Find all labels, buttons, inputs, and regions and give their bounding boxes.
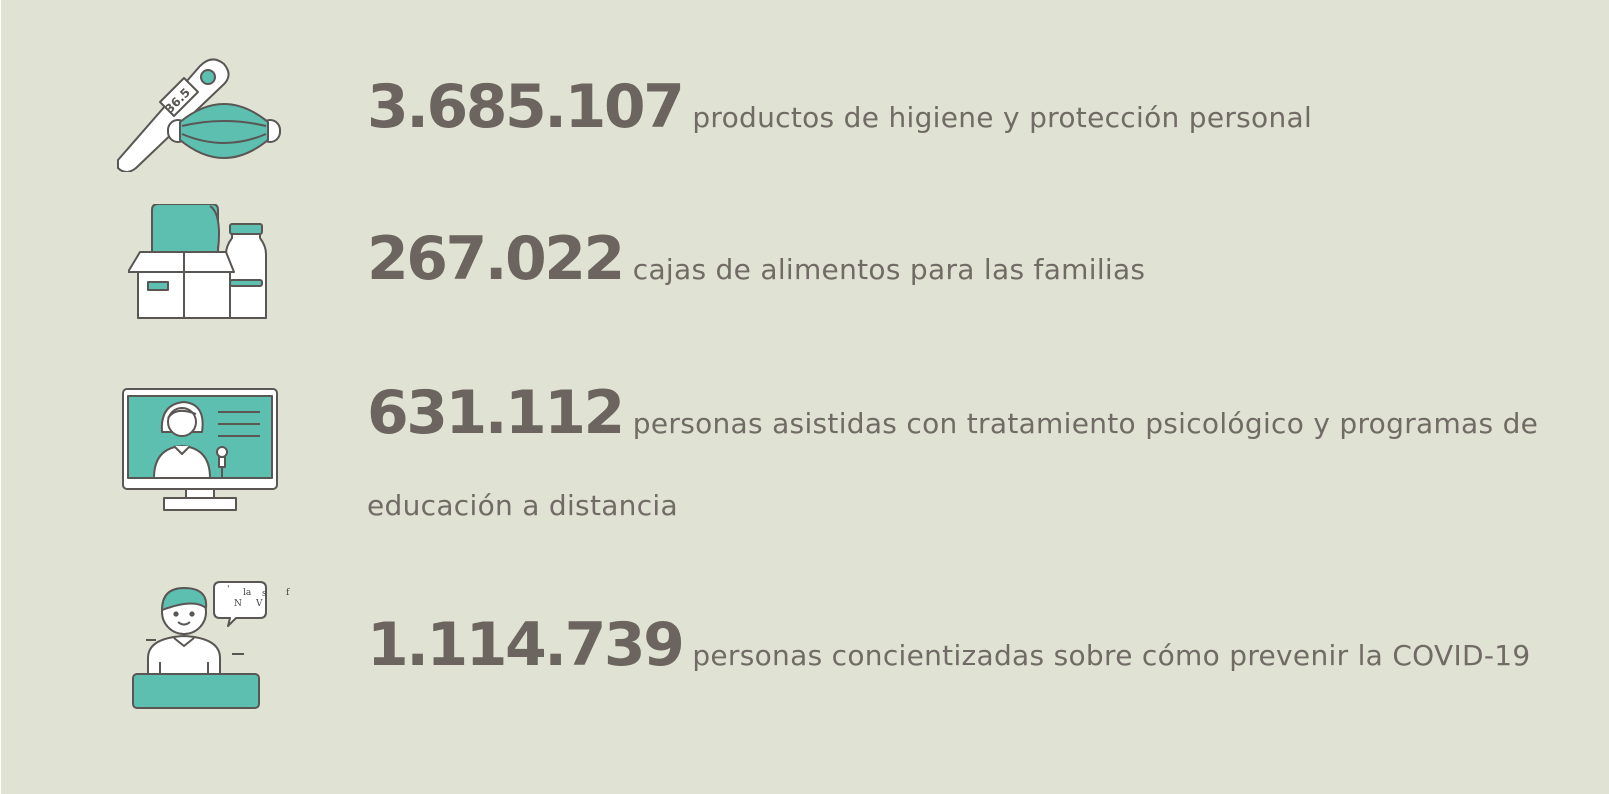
stat-description-line1: personas asistidas con tratamiento psico… [632, 407, 1539, 440]
stat-number: 267.022 [367, 224, 625, 294]
stat-description-line2: educación a distancia [367, 489, 678, 522]
stat-description: cajas de alimentos para las familias [632, 253, 1146, 286]
bubble-text-4: N [234, 599, 242, 609]
bubble-text-2: la [243, 588, 252, 598]
person-speech-bubble-icon [132, 581, 267, 709]
stat-description: productos de higiene y protección person… [692, 101, 1313, 134]
stat-psychological-assistance: 631.112 personas asistidas con tratamient… [367, 378, 1538, 448]
page-edge [0, 0, 1, 794]
online-teaching-monitor-icon [122, 388, 278, 511]
bubble-text-3: s [262, 589, 267, 599]
stat-hygiene-products: 3.685.107 productos de higiene y protecci… [367, 72, 1312, 142]
stat-food-boxes: 267.022 cajas de alimentos para las famil… [367, 224, 1145, 294]
food-box-icon [128, 204, 267, 319]
thermometer-mask-icon: 36.5 [117, 58, 281, 172]
bubble-text-6: f [286, 588, 290, 598]
bubble-text-1: ' [227, 585, 230, 595]
stat-number: 1.114.739 [367, 610, 685, 680]
stat-number: 3.685.107 [367, 72, 685, 142]
stat-covid-awareness: 1.114.739 personas concientizadas sobre c… [367, 610, 1531, 680]
stat-description: personas concientizadas sobre cómo preve… [692, 639, 1531, 672]
stat-number: 631.112 [367, 378, 625, 448]
bubble-text-5: V [256, 599, 263, 609]
